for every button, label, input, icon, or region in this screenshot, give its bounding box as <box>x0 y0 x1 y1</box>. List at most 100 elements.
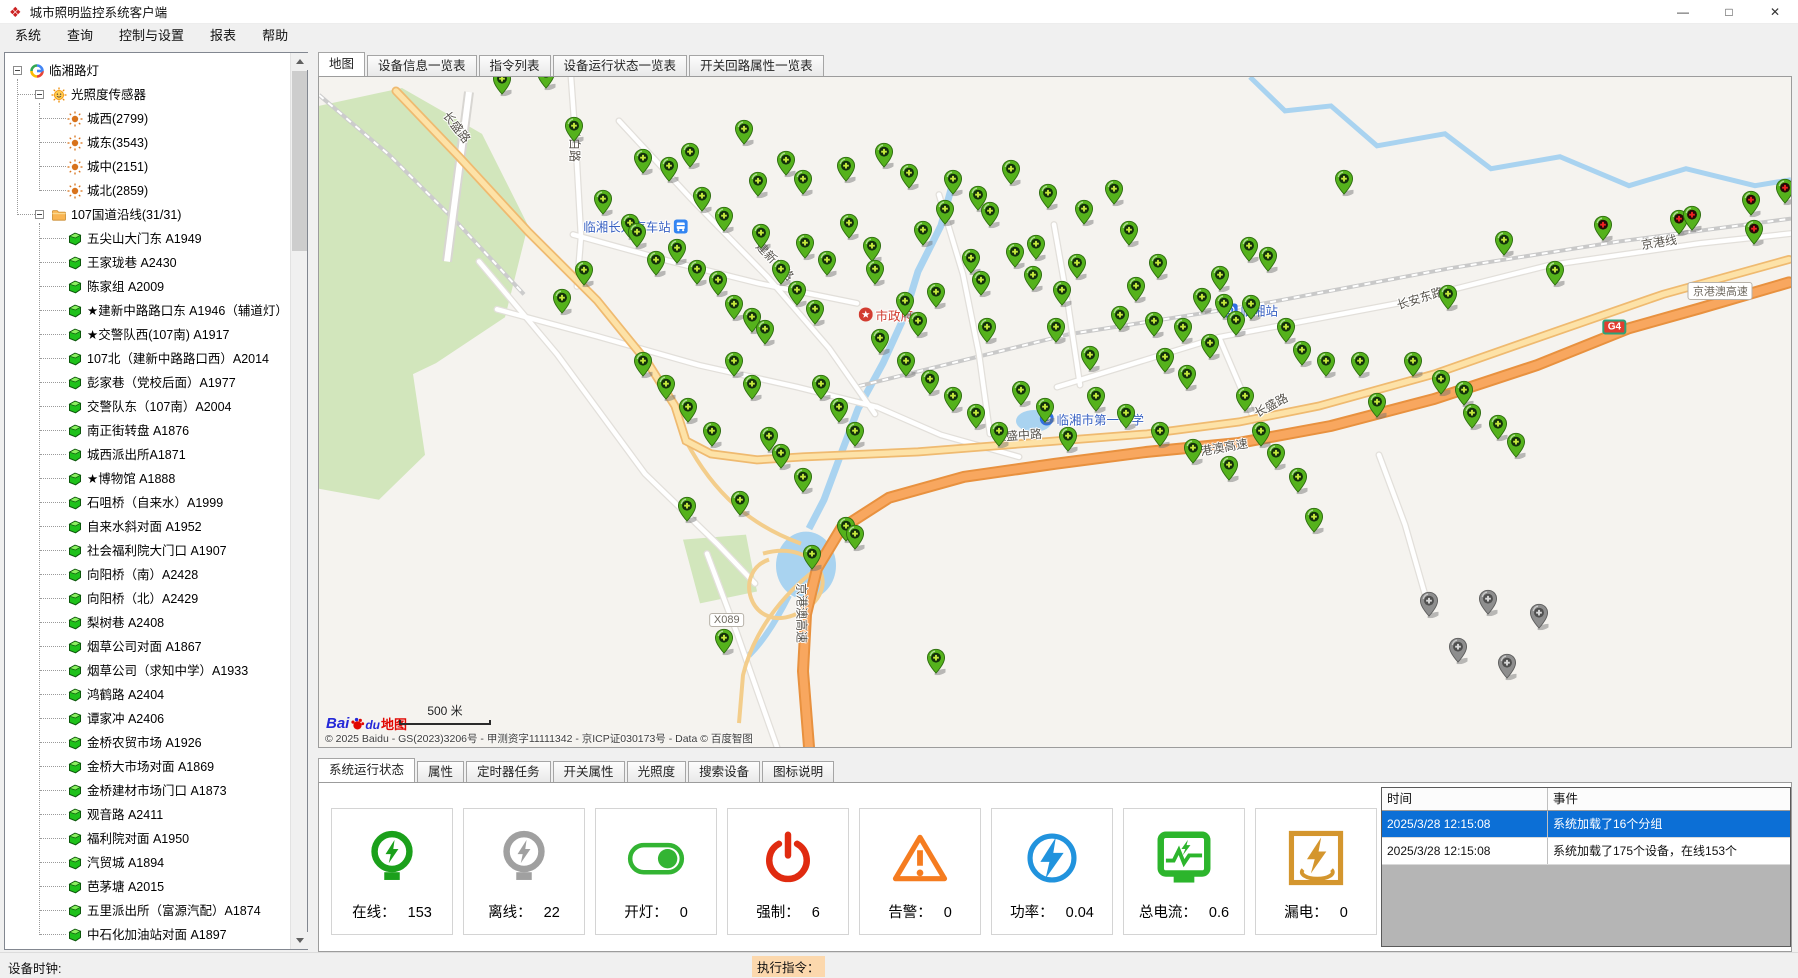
device-pin-online[interactable] <box>1026 234 1045 261</box>
device-pin-online[interactable] <box>594 190 613 217</box>
device-pin-online[interactable] <box>990 421 1009 448</box>
device-pin-online[interactable] <box>692 186 711 213</box>
device-pin-online[interactable] <box>703 421 722 448</box>
device-pin-online[interactable] <box>1334 169 1353 196</box>
tree-scrollbar[interactable] <box>290 53 307 949</box>
menu-item-帮助[interactable]: 帮助 <box>249 25 301 47</box>
device-pin-online[interactable] <box>966 403 985 430</box>
device-pin-online[interactable] <box>1210 265 1229 292</box>
tree-device-item[interactable]: 烟草公司（求知中学）A1933 <box>5 659 290 683</box>
device-pin-online[interactable] <box>1546 260 1565 287</box>
device-pin-online[interactable] <box>1156 347 1175 374</box>
tab-地图[interactable]: 地图 <box>318 52 365 76</box>
tab-系统运行状态[interactable]: 系统运行状态 <box>318 758 415 782</box>
device-pin-online[interactable] <box>788 280 807 307</box>
device-pin-online[interactable] <box>1023 265 1042 292</box>
device-pin-online[interactable] <box>756 319 775 346</box>
device-pin-online[interactable] <box>909 311 928 338</box>
device-pin-online[interactable] <box>981 202 1000 229</box>
device-pin-online[interactable] <box>748 171 767 198</box>
tree-device-item[interactable]: 自来水斜对面 A1952 <box>5 515 290 539</box>
device-pin-online[interactable] <box>944 386 963 413</box>
device-pin-forced[interactable] <box>1742 190 1761 217</box>
tree-device-item[interactable]: 城西派出所A1871 <box>5 443 290 467</box>
device-pin-online[interactable] <box>926 283 945 310</box>
tab-属性[interactable]: 属性 <box>417 761 464 782</box>
device-pin-online[interactable] <box>839 214 858 241</box>
tree-device-item[interactable]: 王家珑巷 A2430 <box>5 251 290 275</box>
tree-root[interactable]: 临湘路灯 <box>5 59 290 83</box>
device-pin-online[interactable] <box>1184 438 1203 465</box>
device-pin-online[interactable] <box>730 490 749 517</box>
device-pin-online[interactable] <box>900 163 919 190</box>
device-pin-offline[interactable] <box>1449 637 1468 664</box>
tree-device-item[interactable]: 五里派出所（富源汽配）A1874 <box>5 899 290 923</box>
tab-搜索设备[interactable]: 搜索设备 <box>688 761 760 782</box>
device-pin-online[interactable] <box>1081 346 1100 373</box>
device-pin-online[interactable] <box>1178 364 1197 391</box>
device-pin-online[interactable] <box>1149 253 1168 280</box>
tree-device-item[interactable]: 交警队东（107南）A2004 <box>5 395 290 419</box>
device-pin-online[interactable] <box>972 271 991 298</box>
tree-device-item[interactable]: 汽贸城 A1894 <box>5 851 290 875</box>
device-pin-online[interactable] <box>1035 397 1054 424</box>
device-pin-online[interactable] <box>875 142 894 169</box>
device-pin-online[interactable] <box>1144 311 1163 338</box>
device-pin-online[interactable] <box>870 328 889 355</box>
tab-光照度[interactable]: 光照度 <box>627 761 687 782</box>
device-pin-online[interactable] <box>633 148 652 175</box>
device-pin-online[interactable] <box>688 259 707 286</box>
device-pin-offline[interactable] <box>1419 591 1438 618</box>
device-pin-forced[interactable] <box>1593 215 1612 242</box>
tree-device-item[interactable]: 彭家巷（党校后面）A1977 <box>5 371 290 395</box>
tree-device-item[interactable]: 社会福利院大门口 A1907 <box>5 539 290 563</box>
device-pin-online[interactable] <box>492 76 511 97</box>
device-pin-online[interactable] <box>1350 352 1369 379</box>
tree-device-item[interactable]: 福利院对面 A1950 <box>5 827 290 851</box>
device-pin-online[interactable] <box>1012 380 1031 407</box>
device-pin-online[interactable] <box>1293 340 1312 367</box>
device-pin-online[interactable] <box>1489 415 1508 442</box>
device-pin-online[interactable] <box>845 524 864 551</box>
tree-device-item[interactable]: ★交警队西(107南) A1917 <box>5 323 290 347</box>
tab-开关回路属性一览表[interactable]: 开关回路属性一览表 <box>689 55 824 76</box>
device-pin-online[interactable] <box>1068 253 1087 280</box>
device-pin-online[interactable] <box>714 206 733 233</box>
tab-指令列表[interactable]: 指令列表 <box>479 55 551 76</box>
maximize-button[interactable]: □ <box>1706 0 1752 23</box>
tab-图标说明[interactable]: 图标说明 <box>762 761 834 782</box>
tree-group-devices[interactable]: 107国道沿线(31/31) <box>5 203 290 227</box>
device-pin-online[interactable] <box>667 238 686 265</box>
event-log-row[interactable]: 2025/3/28 12:15:08系统加载了16个分组 <box>1382 811 1790 838</box>
device-pin-online[interactable] <box>1116 403 1135 430</box>
tree-sensor-item[interactable]: 城西(2799) <box>5 107 290 131</box>
tree-device-item[interactable]: 金桥农贸市场 A1926 <box>5 731 290 755</box>
device-pin-online[interactable] <box>1403 352 1422 379</box>
tree-device-item[interactable]: 五尖山大门东 A1949 <box>5 227 290 251</box>
tab-设备运行状态一览表[interactable]: 设备运行状态一览表 <box>553 55 688 76</box>
tree-sensor-item[interactable]: 城东(3543) <box>5 131 290 155</box>
device-pin-online[interactable] <box>897 352 916 379</box>
device-pin-online[interactable] <box>811 374 830 401</box>
device-pin-online[interactable] <box>1053 280 1072 307</box>
device-pin-online[interactable] <box>1126 277 1145 304</box>
device-pin-offline[interactable] <box>1530 604 1549 631</box>
device-pin-online[interactable] <box>1266 443 1285 470</box>
device-pin-online[interactable] <box>1241 294 1260 321</box>
device-pin-online[interactable] <box>1110 305 1129 332</box>
device-pin-online[interactable] <box>735 119 754 146</box>
device-pin-online[interactable] <box>1288 467 1307 494</box>
device-pin-online[interactable] <box>1431 369 1450 396</box>
scroll-down-icon[interactable] <box>291 932 308 949</box>
device-pin-online[interactable] <box>1119 220 1138 247</box>
device-pin-online[interactable] <box>1059 426 1078 453</box>
device-pin-online[interactable] <box>1104 179 1123 206</box>
device-pin-online[interactable] <box>1368 392 1387 419</box>
device-pin-online[interactable] <box>1038 183 1057 210</box>
tree-device-item[interactable]: 金桥建材市场门口 A1873 <box>5 779 290 803</box>
tree-device-item[interactable]: 中石化加油站对面 A1897 <box>5 923 290 947</box>
tree-expander-icon[interactable] <box>35 90 44 99</box>
device-pin-online[interactable] <box>1174 317 1193 344</box>
device-pin-online[interactable] <box>794 467 813 494</box>
device-pin-online[interactable] <box>1240 236 1259 263</box>
